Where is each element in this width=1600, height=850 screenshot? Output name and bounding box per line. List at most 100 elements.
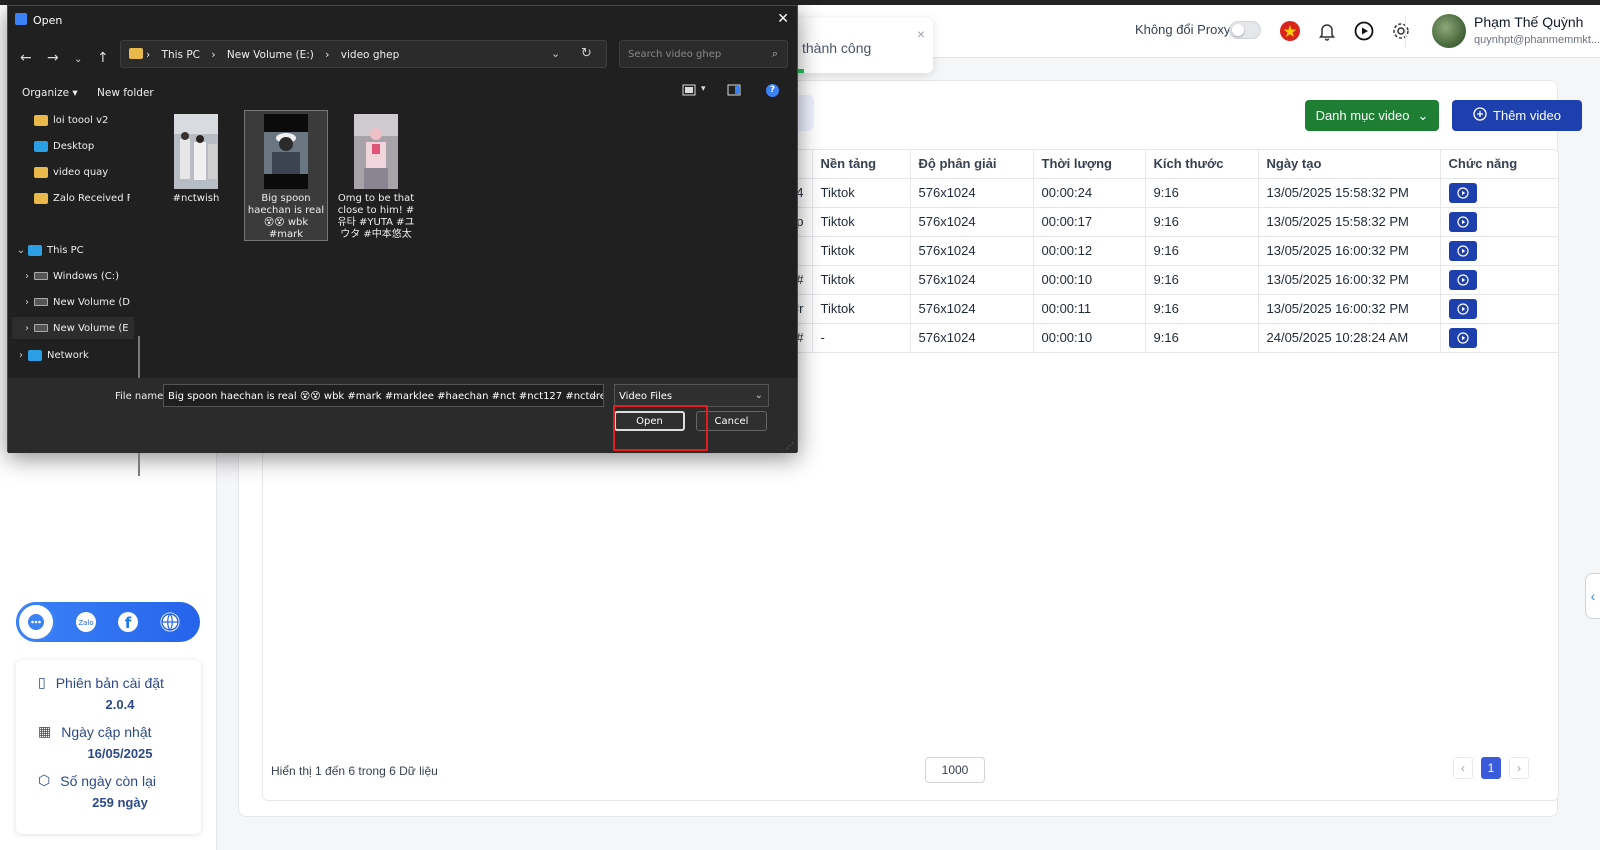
side-panel-toggle[interactable]: ‹ <box>1585 573 1600 619</box>
up-arrow-icon[interactable]: ↑ <box>97 50 109 66</box>
forward-arrow-icon[interactable]: → <box>47 50 59 66</box>
play-button[interactable] <box>1448 327 1477 348</box>
close-icon[interactable]: ✕ <box>777 11 789 27</box>
nav-item-video-quay[interactable]: video quay <box>20 161 130 183</box>
column-header-resolution[interactable]: Độ phân giải <box>910 150 1034 179</box>
column-header-platform[interactable]: Nền tảng <box>812 150 911 179</box>
breadcrumb-separator-icon: › <box>211 49 216 61</box>
nav-item-desktop[interactable]: Desktop <box>20 135 130 157</box>
chevron-right-icon[interactable]: › <box>14 350 28 361</box>
column-header-duration[interactable]: Thời lượng <box>1033 150 1146 179</box>
updated-label: Ngày cập nhật <box>61 723 152 740</box>
support-icon[interactable] <box>16 602 56 642</box>
help-icon[interactable]: ? <box>766 84 779 97</box>
file-item-selected[interactable]: Big spoon haechan is real 😵😵 wbk #mark #… <box>244 110 328 241</box>
play-circle-icon[interactable] <box>1351 18 1377 44</box>
chevron-down-icon[interactable]: ⌄ <box>590 390 598 401</box>
nav-item-this-pc[interactable]: ⌄ This PC <box>14 239 134 261</box>
address-dropdown-icon[interactable]: ⌄ <box>551 47 560 60</box>
search-icon: ⌕ <box>771 47 778 60</box>
gear-icon[interactable] <box>1388 18 1414 44</box>
chevron-right-icon[interactable]: › <box>20 323 34 334</box>
preview-pane-icon[interactable] <box>727 84 741 96</box>
remaining-row: ⬡ Số ngày còn lại 259 ngày <box>38 772 188 810</box>
toast-close-icon[interactable]: × <box>917 26 925 42</box>
organize-menu[interactable]: Organize ▾ <box>22 87 78 99</box>
breadcrumb-new-volume-e[interactable]: New Volume (E:) <box>227 49 314 61</box>
facebook-icon[interactable]: f <box>116 610 140 634</box>
recent-dropdown-icon[interactable]: ⌄ <box>74 54 82 65</box>
desktop-icon <box>34 140 48 152</box>
folder-icon <box>34 192 48 204</box>
file-item[interactable]: Omg to be that close to him! #유타 #YUTA #… <box>334 111 418 242</box>
nav-item-zalo-received[interactable]: Zalo Received Fil <box>20 187 130 209</box>
file-item[interactable]: #nctwish <box>154 111 238 242</box>
breadcrumb-this-pc[interactable]: This PC <box>162 49 200 61</box>
address-bar[interactable]: › This PC › New Volume (E:) › video ghep… <box>120 40 607 68</box>
created-cell: 13/05/2025 15:58:32 PM <box>1258 207 1441 237</box>
refresh-icon[interactable]: ↻ <box>581 46 592 61</box>
page-size-select[interactable]: 1000 <box>925 757 985 783</box>
play-icon <box>1456 244 1469 257</box>
play-button[interactable] <box>1448 298 1477 319</box>
column-header-created[interactable]: Ngày tạo <box>1258 150 1441 179</box>
svg-text:Zalo: Zalo <box>78 619 93 627</box>
actions-cell <box>1440 207 1558 237</box>
new-folder-button[interactable]: New folder <box>97 87 154 99</box>
view-dropdown-icon[interactable]: ▾ <box>701 84 715 96</box>
globe-icon[interactable] <box>158 610 182 634</box>
view-options-icon[interactable] <box>682 84 696 96</box>
play-icon <box>1456 331 1469 344</box>
play-button[interactable] <box>1448 182 1477 203</box>
play-button[interactable] <box>1448 269 1477 290</box>
chevron-down-icon[interactable]: ⌄ <box>14 245 28 256</box>
nav-item-label: loi toool v2 <box>53 114 109 126</box>
nav-item-network[interactable]: › Network <box>14 344 134 366</box>
nav-item-new-volume-e[interactable]: › New Volume (E <box>12 317 134 339</box>
column-header-size[interactable]: Kích thước <box>1145 150 1259 179</box>
next-page-button[interactable]: › <box>1509 757 1529 779</box>
actions-cell <box>1440 294 1558 324</box>
file-name-input[interactable]: Big spoon haechan is real 😵😵 wbk #mark #… <box>163 384 604 407</box>
proxy-toggle[interactable] <box>1229 21 1261 39</box>
chevron-down-icon: ⌄ <box>1417 107 1429 123</box>
video-thumbnail <box>264 114 308 189</box>
breadcrumb-video-ghep[interactable]: video ghep <box>341 49 399 61</box>
resolution-cell: 576x1024 <box>910 323 1034 353</box>
bell-icon[interactable] <box>1314 18 1340 44</box>
nav-item-label: Windows (C:) <box>53 270 119 282</box>
back-arrow-icon[interactable]: ← <box>20 50 32 66</box>
search-placeholder: Search video ghep <box>628 49 722 60</box>
add-video-button[interactable]: Thêm video <box>1452 100 1582 131</box>
remaining-value: 259 ngày <box>92 795 148 810</box>
platform-cell: Tiktok <box>812 207 911 237</box>
duration-cell: 00:00:12 <box>1033 236 1146 266</box>
breadcrumb-separator-icon: › <box>325 49 330 61</box>
play-button[interactable] <box>1448 240 1477 261</box>
resize-grip-icon[interactable]: ⋰ <box>786 441 794 450</box>
pagination-summary: Hiển thị 1 đến 6 trong 6 Dữ liệu <box>271 764 438 778</box>
nav-item-new-volume-d[interactable]: › New Volume (D <box>20 291 134 313</box>
nav-item-loi-toool[interactable]: loi toool v2 <box>20 109 130 131</box>
play-button[interactable] <box>1448 211 1477 232</box>
prev-page-button[interactable]: ‹ <box>1453 757 1473 779</box>
zalo-icon[interactable]: Zalo <box>74 610 98 634</box>
page-1-button[interactable]: 1 <box>1481 757 1501 779</box>
search-input[interactable]: Search video ghep ⌕ <box>619 40 788 68</box>
duration-cell: 00:00:10 <box>1033 323 1146 353</box>
open-button-highlight <box>613 405 708 451</box>
actions-cell <box>1440 323 1558 353</box>
chevron-right-icon[interactable]: › <box>20 297 34 308</box>
file-type-select[interactable]: Video Files ⌄ <box>614 384 769 407</box>
platform-cell: Tiktok <box>812 265 911 295</box>
vietnam-flag-icon[interactable] <box>1277 18 1303 44</box>
ratio-cell: 9:16 <box>1145 265 1259 295</box>
drive-icon <box>34 324 48 332</box>
nav-item-label: Zalo Received Fil <box>53 192 130 204</box>
created-cell: 13/05/2025 16:00:32 PM <box>1258 294 1441 324</box>
avatar[interactable] <box>1432 14 1466 48</box>
nav-item-windows-c[interactable]: › Windows (C:) <box>20 265 134 287</box>
chevron-right-icon[interactable]: › <box>20 271 34 282</box>
category-button-label: Danh mục video <box>1315 108 1410 123</box>
category-dropdown-button[interactable]: Danh mục video ⌄ <box>1305 100 1439 131</box>
